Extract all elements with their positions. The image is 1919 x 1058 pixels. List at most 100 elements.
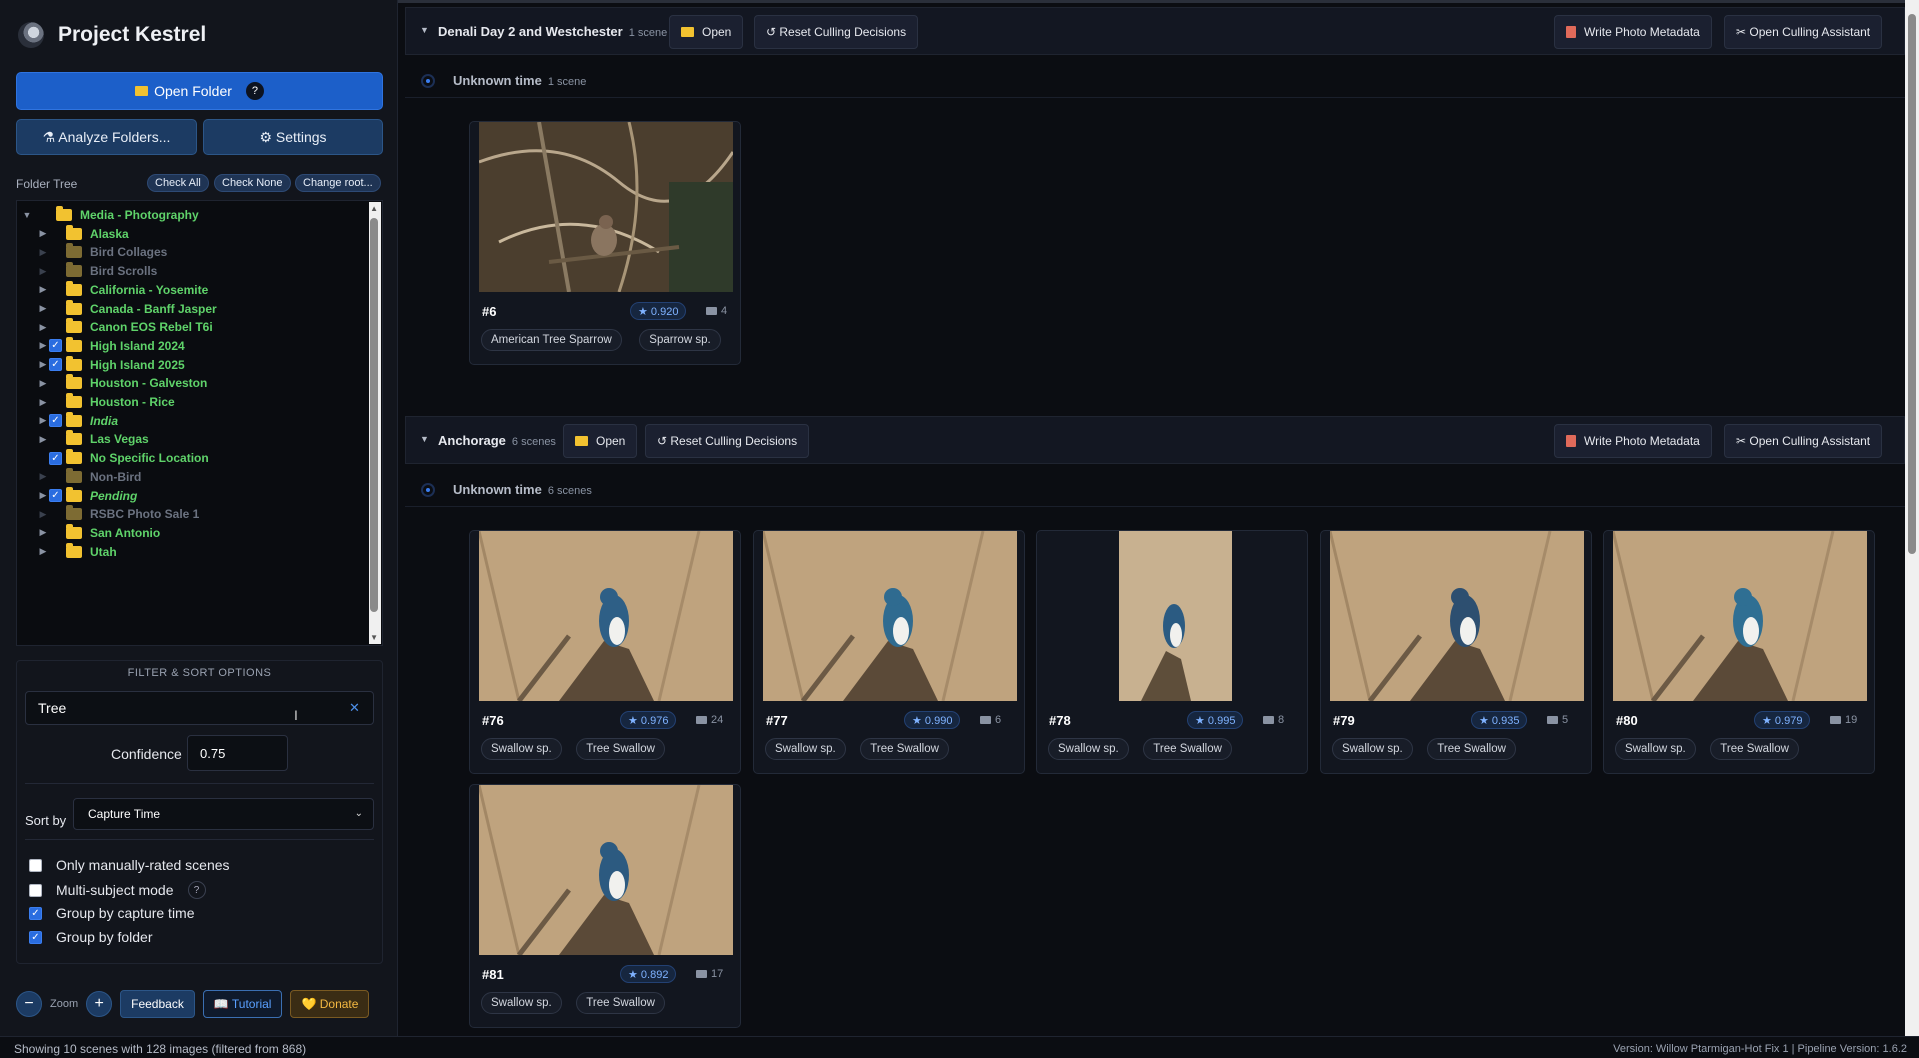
collapse-triangle-icon[interactable]: ▼ (420, 434, 429, 444)
folder-checkbox[interactable]: ✓ (49, 451, 62, 465)
expand-right-icon[interactable]: ▶ (37, 509, 49, 520)
tutorial-button[interactable]: 📖 Tutorial (202, 990, 283, 1018)
collapse-triangle-icon[interactable]: ▼ (420, 25, 429, 35)
folder-checkbox-empty[interactable] (49, 508, 62, 521)
scene-card[interactable]: #6 ★ 0.920 4 American Tree Sparrow Sparrow s… (469, 121, 741, 365)
species-tag[interactable]: Tree Swallow (1710, 738, 1799, 760)
species-tag[interactable]: Swallow sp. (1332, 738, 1413, 760)
scene-thumbnail[interactable] (1330, 531, 1584, 701)
filter-option[interactable]: ✓ Group by folder (29, 929, 153, 945)
scene-card[interactable]: #76 ★ 0.976 24 Swallow sp. Tree Swallow (469, 530, 741, 774)
scene-thumbnail[interactable] (1613, 531, 1867, 701)
folder-checkbox[interactable]: ✓ (49, 358, 62, 372)
open-culling-assistant-button[interactable]: ✂ Open Culling Assistant (1724, 424, 1883, 458)
folder-checkbox-empty[interactable] (49, 396, 62, 409)
folder-checkbox-empty[interactable] (49, 545, 62, 558)
option-checkbox[interactable] (29, 858, 42, 872)
folder-checkbox-empty[interactable] (49, 265, 62, 278)
scene-thumbnail[interactable] (763, 531, 1017, 701)
sort-select[interactable]: Capture Time ⌄ (73, 798, 374, 830)
check-none-button[interactable]: Check None (214, 174, 291, 192)
scene-thumbnail[interactable] (479, 122, 733, 292)
expand-right-icon[interactable]: ▶ (37, 359, 49, 370)
open-folder-button[interactable]: Open Folder ? (16, 72, 383, 110)
option-checkbox[interactable]: ✓ (29, 906, 42, 920)
expand-right-icon[interactable]: ▶ (37, 527, 49, 538)
time-group-radio[interactable] (421, 483, 435, 497)
expand-right-icon[interactable]: ▶ (37, 303, 49, 314)
expand-right-icon[interactable]: ▶ (37, 284, 49, 295)
species-tag[interactable]: Swallow sp. (765, 738, 846, 760)
scene-card[interactable]: #77 ★ 0.990 6 Swallow sp. Tree Swallow (753, 530, 1025, 774)
species-tag[interactable]: Swallow sp. (1048, 738, 1129, 760)
expand-right-icon[interactable]: ▶ (37, 490, 49, 501)
species-tag[interactable]: Tree Swallow (576, 992, 665, 1014)
folder-checkbox-empty[interactable] (39, 209, 52, 222)
expand-right-icon[interactable]: ▶ (37, 471, 49, 482)
change-root-button[interactable]: Change root... (295, 174, 381, 192)
open-culling-assistant-button[interactable]: ✂ Open Culling Assistant (1724, 15, 1883, 49)
open-group-button[interactable]: Open (669, 15, 744, 49)
folder-checkbox-empty[interactable] (49, 433, 62, 446)
donate-button[interactable]: 💛 Donate (290, 990, 370, 1018)
species-tag[interactable]: American Tree Sparrow (481, 329, 622, 351)
species-tag[interactable]: Swallow sp. (1615, 738, 1696, 760)
expand-right-icon[interactable]: ▶ (37, 378, 49, 389)
filter-option[interactable]: Only manually-rated scenes (29, 857, 230, 873)
feedback-button[interactable]: Feedback (120, 990, 195, 1018)
settings-button[interactable]: ⚙ Settings (203, 119, 383, 155)
species-tag[interactable]: Tree Swallow (576, 738, 665, 760)
help-icon[interactable]: ? (245, 82, 264, 100)
write-metadata-button[interactable]: Write Photo Metadata (1554, 424, 1712, 458)
scene-thumbnail[interactable] (479, 785, 733, 955)
folder-checkbox-empty[interactable] (49, 302, 62, 315)
tree-folder-item[interactable]: ▶ Utah (37, 541, 117, 563)
folder-checkbox-empty[interactable] (49, 470, 62, 483)
folder-checkbox[interactable]: ✓ (49, 489, 62, 502)
folder-checkbox-empty[interactable] (49, 246, 62, 259)
folder-checkbox-empty[interactable] (49, 526, 62, 539)
expand-right-icon[interactable]: ▶ (37, 247, 49, 258)
species-tag[interactable]: Tree Swallow (1427, 738, 1516, 760)
folder-checkbox-empty[interactable] (49, 283, 62, 296)
tree-scrollbar[interactable]: ▲ ▼ (369, 202, 381, 644)
filter-option[interactable]: Multi-subject mode? (29, 881, 206, 899)
species-search-input[interactable] (25, 691, 374, 725)
option-checkbox[interactable] (29, 883, 42, 897)
scroll-up-icon[interactable]: ▲ (370, 204, 378, 213)
main-scroll-thumb[interactable] (1908, 14, 1916, 554)
confidence-input[interactable] (187, 735, 288, 771)
zoom-in-button[interactable]: + (86, 991, 113, 1017)
scene-card[interactable]: #81 ★ 0.892 17 Swallow sp. Tree Swallow (469, 784, 741, 1028)
filter-option[interactable]: ✓ Group by capture time (29, 905, 195, 921)
species-tag[interactable]: Swallow sp. (481, 992, 562, 1014)
write-metadata-button[interactable]: Write Photo Metadata (1554, 15, 1712, 49)
reset-culling-button[interactable]: ↺ Reset Culling Decisions (754, 15, 919, 49)
zoom-out-button[interactable]: − (16, 991, 42, 1017)
help-icon[interactable]: ? (187, 881, 206, 899)
expand-right-icon[interactable]: ▶ (37, 340, 49, 351)
expand-right-icon[interactable]: ▶ (37, 228, 49, 239)
scene-card[interactable]: #78 ★ 0.995 8 Swallow sp. Tree Swallow (1036, 530, 1308, 774)
expand-right-icon[interactable]: ▶ (37, 546, 49, 557)
folder-checkbox-empty[interactable] (49, 377, 62, 390)
expand-right-icon[interactable]: ▶ (37, 415, 49, 426)
open-group-button[interactable]: Open (563, 424, 638, 458)
expand-right-icon[interactable]: ▶ (37, 397, 49, 408)
option-checkbox[interactable]: ✓ (29, 930, 42, 944)
scene-card[interactable]: #79 ★ 0.935 5 Swallow sp. Tree Swallow (1320, 530, 1592, 774)
expand-right-icon[interactable]: ▶ (37, 266, 49, 277)
species-tag[interactable]: Swallow sp. (481, 738, 562, 760)
clear-search-icon[interactable]: ✕ (349, 700, 360, 716)
expand-right-icon[interactable]: ▶ (37, 322, 49, 333)
scene-card[interactable]: #80 ★ 0.979 19 Swallow sp. Tree Swallow (1603, 530, 1875, 774)
folder-checkbox[interactable]: ✓ (49, 414, 62, 428)
folder-checkbox-empty[interactable] (49, 321, 62, 334)
scene-thumbnail[interactable] (479, 531, 733, 701)
scroll-down-icon[interactable]: ▼ (370, 633, 378, 642)
folder-checkbox[interactable]: ✓ (49, 339, 62, 353)
species-tag[interactable]: Tree Swallow (860, 738, 949, 760)
expand-down-icon[interactable]: ▼ (21, 210, 33, 220)
folder-checkbox-empty[interactable] (49, 227, 62, 240)
check-all-button[interactable]: Check All (147, 174, 209, 192)
